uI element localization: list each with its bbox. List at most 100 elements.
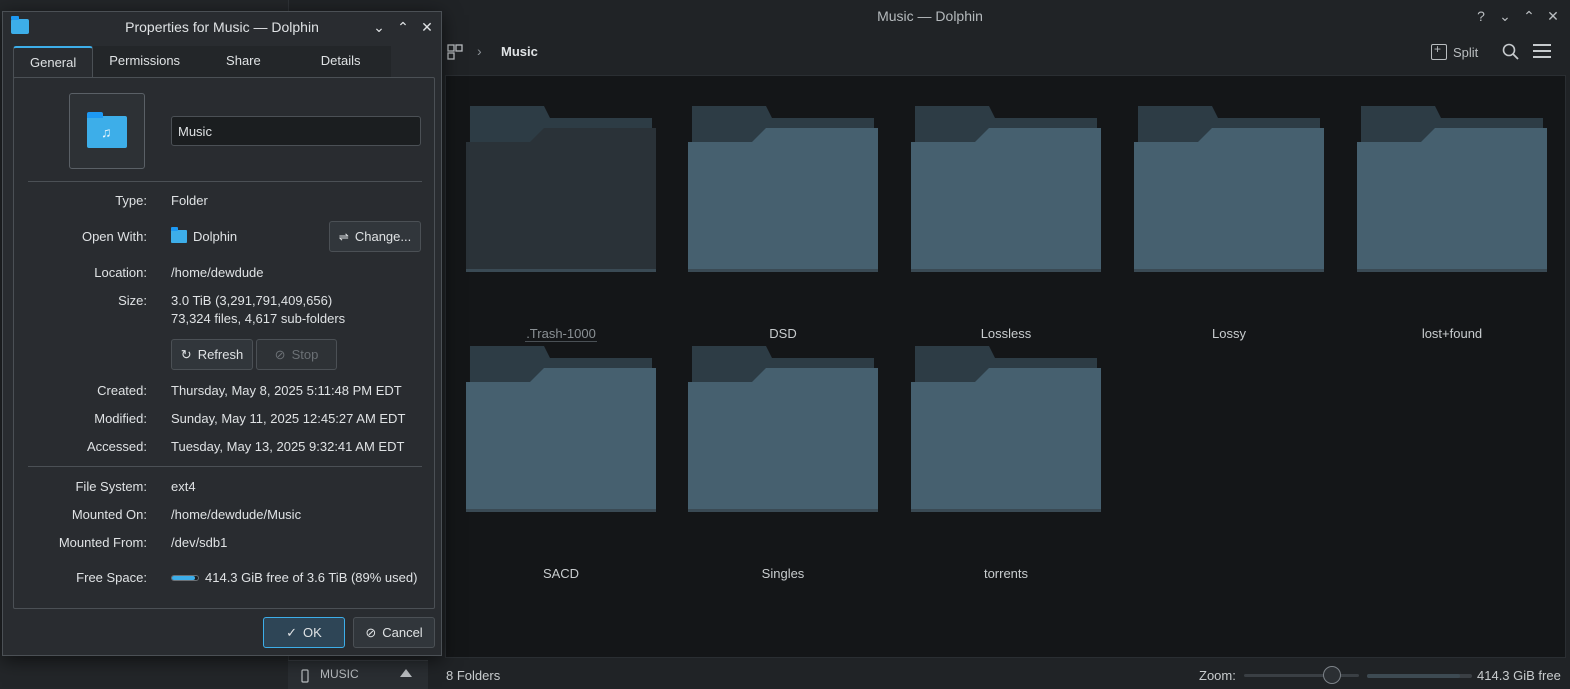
open-with-app: Dolphin: [193, 229, 238, 244]
stop-button[interactable]: ⊘ Stop: [256, 339, 337, 370]
mounted-from-value: /dev/sdb1: [171, 535, 228, 550]
tab-details[interactable]: Details: [290, 46, 391, 78]
window-title: Music — Dolphin: [877, 8, 983, 24]
folder-icon: [1357, 106, 1547, 272]
folder-label: DSD: [769, 326, 797, 341]
folder-label: .Trash-1000: [525, 326, 597, 342]
places-device-item[interactable]: MUSIC: [288, 660, 428, 689]
search-icon[interactable]: [1501, 42, 1521, 62]
dolphin-window: Music — Dolphin ? ⌄ ⌃ ✕ › Music Split .T…: [288, 0, 1570, 689]
refresh-button[interactable]: ↻ Refresh: [171, 339, 253, 370]
drive-icon: [301, 669, 309, 683]
ok-button[interactable]: ✓ OK: [263, 617, 345, 648]
folder-icon-button[interactable]: ♫: [69, 93, 145, 169]
mounted-on-label: Mounted On:: [71, 507, 147, 522]
stop-icon: ⊘: [274, 346, 286, 362]
folder-item[interactable]: SACD: [466, 344, 656, 581]
change-button[interactable]: ⇌ Change...: [329, 221, 421, 252]
split-icon: [1431, 42, 1447, 60]
folder-label: Lossless: [980, 326, 1032, 341]
minimize-icon[interactable]: ⌄: [369, 17, 389, 37]
folder-item[interactable]: Lossy: [1134, 104, 1324, 341]
minimize-icon[interactable]: ⌄: [1495, 6, 1515, 26]
properties-dialog: Properties for Music — Dolphin ⌄ ⌃ ✕ Gen…: [2, 11, 442, 656]
filesystem-label: File System:: [75, 479, 147, 494]
folder-item[interactable]: DSD: [688, 104, 878, 341]
free-space-meter-fill: [172, 576, 196, 580]
close-icon[interactable]: ✕: [1543, 6, 1563, 26]
created-label: Created:: [97, 383, 147, 398]
tab-share[interactable]: Share: [196, 46, 291, 78]
size-label: Size:: [118, 293, 147, 308]
free-space-text: 414.3 GiB free: [1477, 668, 1561, 683]
folder-item[interactable]: torrents: [911, 344, 1101, 581]
folder-item[interactable]: Lossless: [911, 104, 1101, 341]
location-value: /home/dewdude: [171, 265, 264, 280]
zoom-slider-handle[interactable]: [1323, 666, 1341, 684]
folder-label: lost+found: [1421, 326, 1483, 341]
cancel-label: Cancel: [382, 625, 423, 640]
free-space-meter: [171, 575, 199, 581]
folder-item[interactable]: .Trash-1000: [466, 104, 656, 342]
cancel-button[interactable]: ⊘ Cancel: [353, 617, 435, 648]
tab-general[interactable]: General: [13, 46, 94, 78]
free-space-value: 414.3 GiB free of 3.6 TiB (89% used): [205, 570, 418, 585]
open-with-label: Open With:: [81, 229, 147, 244]
zoom-slider[interactable]: [1244, 674, 1359, 677]
divider: [28, 466, 422, 467]
dialog-titlebar: Properties for Music — Dolphin ⌄ ⌃ ✕: [3, 12, 441, 42]
accessed-value: Tuesday, May 13, 2025 9:32:41 AM EDT: [171, 439, 405, 454]
chevron-right-icon: ›: [477, 43, 482, 59]
folder-icon: [466, 346, 656, 512]
mounted-from-label: Mounted From:: [58, 535, 147, 550]
size-detail: 73,324 files, 4,617 sub-folders: [171, 311, 346, 326]
view-mode-icon[interactable]: [447, 44, 463, 60]
folder-item[interactable]: Singles: [688, 344, 878, 581]
general-panel: ♫ Type: Folder Open With: Dolphin ⇌ Chan…: [13, 77, 435, 609]
mounted-on-value: /home/dewdude/Music: [171, 507, 302, 522]
zoom-label: Zoom:: [1199, 668, 1236, 683]
name-field[interactable]: [171, 116, 421, 146]
free-space-bar: [1367, 674, 1472, 678]
filesystem-value: ext4: [171, 479, 196, 494]
folder-label: Lossy: [1212, 326, 1246, 341]
type-value: Folder: [171, 193, 208, 208]
file-view[interactable]: .Trash-1000 DSD Lossless Lossy lost+found SAC…: [445, 75, 1566, 658]
folder-icon: [688, 106, 878, 272]
open-with-value: Dolphin: [171, 227, 238, 244]
folder-icon: [911, 106, 1101, 272]
divider: [28, 181, 422, 182]
music-folder-icon: ♫: [87, 112, 127, 148]
maximize-icon[interactable]: ⌃: [393, 17, 413, 37]
folder-icon: [688, 346, 878, 512]
folder-label: SACD: [542, 566, 580, 581]
size-value: 3.0 TiB (3,291,791,409,656): [171, 293, 333, 308]
eject-icon[interactable]: [400, 669, 412, 677]
folder-icon: [1134, 106, 1324, 272]
free-space-label: Free Space:: [76, 570, 147, 585]
accessed-label: Accessed:: [87, 439, 147, 454]
folder-label: torrents: [983, 566, 1029, 581]
type-label: Type:: [115, 193, 147, 208]
modified-label: Modified:: [94, 411, 147, 426]
ok-label: OK: [303, 625, 322, 640]
folder-count: 8 Folders: [446, 668, 501, 683]
cancel-icon: ⊘: [365, 624, 377, 640]
toolbar: › Music Split: [289, 32, 1570, 72]
folder-item[interactable]: lost+found: [1357, 104, 1547, 341]
status-bar: 8 Folders Zoom: 414.3 GiB free: [289, 660, 1570, 689]
device-label: MUSIC: [320, 667, 359, 681]
split-button[interactable]: Split: [1431, 40, 1478, 64]
modified-value: Sunday, May 11, 2025 12:45:27 AM EDT: [171, 411, 406, 426]
created-value: Thursday, May 8, 2025 5:11:48 PM EDT: [171, 383, 402, 398]
help-icon[interactable]: ?: [1471, 6, 1491, 26]
breadcrumb[interactable]: Music: [501, 44, 538, 59]
maximize-icon[interactable]: ⌃: [1519, 6, 1539, 26]
change-label: Change...: [354, 229, 412, 244]
tab-permissions[interactable]: Permissions: [93, 46, 197, 78]
hamburger-menu-icon[interactable]: [1533, 44, 1551, 60]
folder-icon: [911, 346, 1101, 512]
close-icon[interactable]: ✕: [417, 17, 437, 37]
folder-label: Singles: [761, 566, 805, 581]
refresh-icon: ↻: [180, 346, 192, 362]
